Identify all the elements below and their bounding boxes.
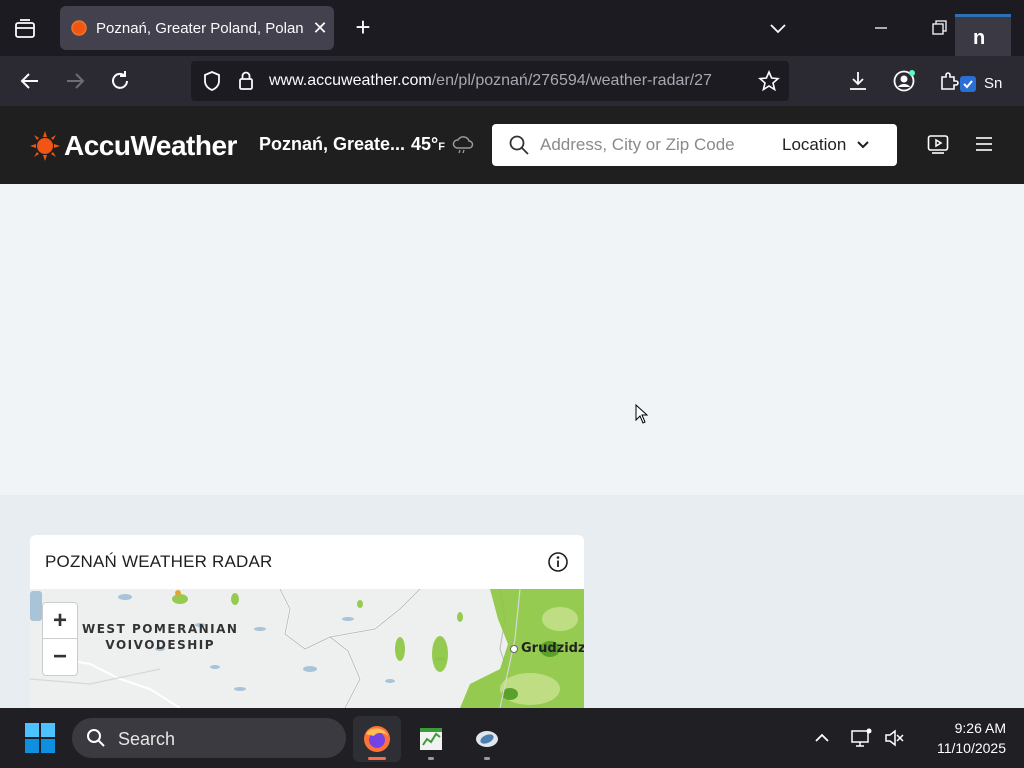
extensions-puzzle-icon[interactable] [936,68,962,94]
network-icon[interactable] [849,726,873,750]
url-host: www.accuweather.com [269,72,432,89]
hamburger-menu-icon[interactable] [974,136,994,157]
map-region-label-line2: VOIVODESHIP [105,638,216,652]
temperature-unit: F [438,141,445,153]
cloud-rain-icon [452,136,474,159]
browser-tab-strip: Poznań, Greater Poland, Poland ✕ + n [0,0,1024,56]
current-location[interactable]: Poznań, Greate... [259,134,405,155]
shield-icon[interactable] [199,68,225,94]
extension-n-label: n [973,27,986,49]
location-button-label: Location [782,135,847,154]
windows-taskbar: Search 9:26 AM 11/10/2025 [0,708,1024,768]
mouse-cursor-icon [635,403,649,429]
download-icon[interactable] [845,68,871,94]
ad-placeholder [0,184,1024,495]
search-icon [508,134,530,161]
video-play-icon[interactable] [927,134,949,159]
new-tab-button[interactable]: + [350,14,376,42]
zoom-control: + − [42,602,78,676]
zoom-in-button[interactable]: + [43,603,77,639]
bookmark-star-icon[interactable] [756,68,782,94]
radar-map[interactable]: + − WEST POMERANIAN VOIVODESHIP Grudzidz [30,589,584,708]
active-app-indicator [368,757,386,760]
chart-editor-icon [420,728,442,750]
running-app-indicator [484,757,490,760]
show-hidden-icons-chevron-icon[interactable] [810,726,834,750]
taskbar-search-label: Search [118,729,176,749]
firefox-taskbar-button[interactable] [353,716,401,762]
system-clock[interactable]: 9:26 AM 11/10/2025 [916,718,1006,758]
account-icon[interactable] [891,68,917,94]
minimize-window-icon[interactable] [868,18,894,38]
info-icon[interactable] [547,551,569,578]
city-marker [510,645,518,653]
taskbar-search-box[interactable]: Search [72,718,346,758]
url-text[interactable]: www.accuweather.com/en/pl/poznań/276594/… [269,72,749,90]
map-region-label-line1: WEST POMERANIAN [82,622,239,636]
accuweather-sun-icon [30,131,60,161]
radar-title: POZNAŃ WEATHER RADAR [45,552,273,571]
extension-n-button[interactable]: n [955,14,1011,56]
browser-toolbar: www.accuweather.com/en/pl/poznań/276594/… [0,56,1024,106]
page-content: POZNAŃ WEATHER RADAR + − WEST POMERANIAN… [0,184,1024,708]
app-icon [476,731,498,747]
volume-muted-icon[interactable] [882,726,906,750]
app-taskbar-button[interactable] [463,716,511,762]
accuweather-sun-icon [70,19,88,37]
notepad-chart-taskbar-button[interactable] [407,716,455,762]
firefox-icon [364,726,390,752]
accuweather-header: AccuWeather Poznań, Greate... 45°F Locat… [0,106,1024,184]
tab-title: Poznań, Greater Poland, Poland [96,19,304,37]
weather-radar-card: POZNAŃ WEATHER RADAR + − WEST POMERANIAN… [30,535,584,708]
url-path: /en/pl/poznań/276594/weather-radar/27 [431,72,712,89]
map-city-label: Grudzidz [521,641,584,656]
running-app-indicator [428,757,434,760]
map-region-label: WEST POMERANIAN VOIVODESHIP [82,621,238,653]
chevron-down-icon[interactable] [766,16,790,40]
close-tab-icon[interactable]: ✕ [310,18,330,39]
temperature-value: 45° [411,134,439,154]
brand-name: AccuWeather [64,130,237,161]
address-bar[interactable]: www.accuweather.com/en/pl/poznań/276594/… [191,61,789,101]
chevron-down-icon [857,141,869,149]
tab-list-icon[interactable] [10,14,40,44]
checkbox-extension-icon[interactable] [960,76,976,92]
reload-icon[interactable] [107,68,133,94]
search-icon [86,728,106,753]
forward-arrow-icon[interactable] [62,68,88,94]
zoom-out-button[interactable]: − [43,639,77,675]
extension-badge-text[interactable]: Sn [984,75,1002,92]
search-input[interactable] [540,124,760,166]
clock-time: 9:26 AM [954,720,1006,736]
windows-start-icon[interactable] [24,722,56,754]
location-search-box: Location [492,124,897,166]
lock-icon[interactable] [233,68,259,94]
browser-tab-active[interactable]: Poznań, Greater Poland, Poland ✕ [60,6,334,50]
clock-date: 11/10/2025 [936,740,1006,756]
restore-window-icon[interactable] [926,18,952,38]
back-arrow-icon[interactable] [17,68,43,94]
current-temperature[interactable]: 45°F [411,134,445,155]
location-dropdown-button[interactable]: Location [782,135,870,155]
accuweather-logo[interactable]: AccuWeather [30,130,237,162]
